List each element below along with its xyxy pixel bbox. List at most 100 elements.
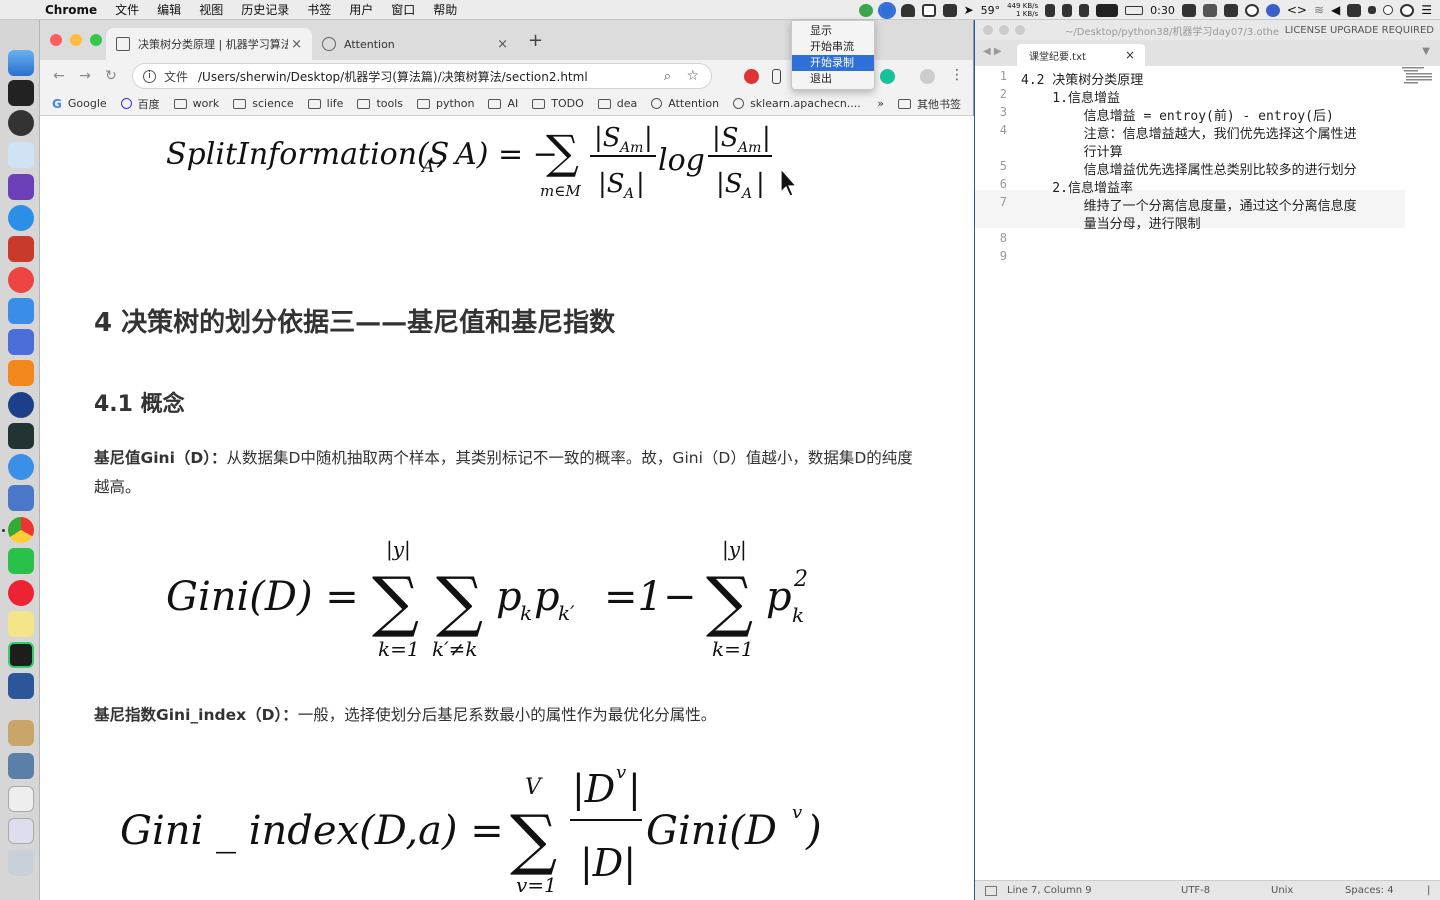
bookmarks-more-button[interactable]: » — [877, 97, 884, 110]
panel-toggle-icon[interactable] — [985, 886, 997, 896]
pycharm-icon[interactable] — [8, 642, 34, 668]
bookmark-tools[interactable]: tools — [357, 97, 403, 110]
profile-avatar-icon[interactable] — [920, 69, 935, 84]
editor-text-area[interactable]: 1 2 3 4 5 6 7 8 9 4.2 决策树分类原理 1.信息增益 信息增益 = entr… — [975, 66, 1440, 880]
feather-icon[interactable] — [8, 298, 34, 324]
clock-icon[interactable] — [1400, 3, 1415, 17]
circle-icon[interactable] — [1383, 5, 1394, 15]
wifi-icon[interactable]: ≋ — [1314, 3, 1324, 17]
url-text[interactable]: /Users/sherwin/Desktop/机器学习(算法篇)/决策树算法/s… — [198, 68, 588, 85]
menu-item-start-stream[interactable]: 开始串流 — [792, 39, 874, 55]
editor-tab[interactable]: 课堂纪要.txt × — [1017, 44, 1145, 66]
onenote-icon[interactable] — [8, 174, 34, 200]
preview-icon[interactable] — [8, 142, 34, 168]
editor-line[interactable]: 维持了一个分离信息度量，通过这个分离信息度 — [1021, 195, 1357, 214]
bookmark-python[interactable]: python — [417, 97, 474, 110]
license-notice[interactable]: LICENSE UPGRADE REQUIRED — [1285, 25, 1434, 36]
address-bar[interactable]: i 文件 /Users/sherwin/Desktop/机器学习(算法篇)/决策… — [132, 63, 712, 89]
maximize-window-button[interactable] — [1015, 25, 1025, 35]
tab-attention[interactable]: Attention × — [312, 28, 518, 60]
memory-icon[interactable] — [1045, 3, 1056, 17]
menu-app-name[interactable]: Chrome — [36, 3, 106, 17]
minimize-window-button[interactable] — [70, 34, 82, 46]
close-icon[interactable]: × — [1125, 48, 1135, 62]
display-icon[interactable] — [1181, 3, 1196, 17]
editor-line[interactable]: 1.信息增益 — [1021, 87, 1120, 106]
compass-icon[interactable] — [1265, 3, 1280, 17]
list-icon[interactable]: ☰ — [1421, 3, 1432, 17]
download-folder-icon[interactable] — [8, 818, 34, 844]
syntax-icon[interactable]: | — [1427, 885, 1430, 896]
activity-monitor-icon[interactable] — [8, 423, 34, 449]
netease-music-icon[interactable] — [8, 580, 34, 606]
bookmark-attention[interactable]: Attention — [651, 97, 719, 110]
tab-dropdown-icon[interactable]: ▼ — [1422, 46, 1430, 57]
more-menu-icon[interactable]: ⋮ — [950, 67, 964, 83]
disk-icon[interactable] — [1062, 3, 1073, 17]
bookmark-google[interactable]: G Google — [52, 97, 107, 111]
notes-icon[interactable] — [8, 611, 34, 637]
new-tab-button[interactable]: + — [528, 30, 543, 51]
bookmark-work[interactable]: work — [173, 97, 219, 110]
document-icon[interactable] — [8, 786, 34, 812]
maximize-window-button[interactable] — [90, 34, 102, 46]
screens-icon[interactable] — [8, 329, 34, 355]
gitmind-icon[interactable] — [8, 267, 34, 293]
window-icon[interactable] — [921, 3, 936, 17]
search-icon[interactable] — [1244, 3, 1259, 17]
menu-edit[interactable]: 编辑 — [148, 1, 190, 18]
volume-icon[interactable]: ◀ — [1331, 3, 1340, 17]
extension-bookmark-icon[interactable] — [772, 69, 781, 84]
minimap[interactable] — [1400, 66, 1434, 86]
utilities-icon[interactable] — [8, 720, 34, 746]
battery-time[interactable]: 0:30 — [1150, 4, 1175, 17]
trash-icon[interactable] — [8, 850, 34, 876]
temperature[interactable]: 59° — [981, 4, 1001, 17]
sync-icon[interactable] — [858, 3, 873, 17]
menu-item-show[interactable]: 显示 — [792, 23, 874, 39]
menu-bookmarks[interactable]: 书签 — [298, 1, 340, 18]
wechat-icon[interactable] — [8, 548, 34, 574]
screen-icon[interactable] — [1202, 3, 1217, 17]
menu-window[interactable]: 窗口 — [382, 1, 424, 18]
bookmark-life[interactable]: life — [307, 97, 343, 110]
encoding[interactable]: UTF-8 — [1181, 885, 1210, 896]
obs-icon[interactable] — [877, 1, 896, 19]
minimize-window-button[interactable] — [999, 25, 1009, 35]
code-icon[interactable]: <> — [1287, 3, 1307, 17]
word-icon[interactable] — [8, 673, 34, 699]
cpu-graph-icon[interactable] — [1096, 3, 1119, 17]
bookmark-star-icon[interactable]: ☆ — [686, 68, 699, 84]
send-icon[interactable]: ➤ — [964, 3, 974, 17]
back-icon[interactable]: ← — [46, 68, 72, 84]
menu-item-start-recording[interactable]: 开始录制 — [792, 55, 874, 71]
editor-line[interactable]: 信息增益 = entroy(前) - entroy(后) — [1021, 105, 1334, 124]
bookmark-science[interactable]: science — [233, 97, 294, 110]
square-icon[interactable] — [1368, 6, 1377, 14]
close-window-button[interactable] — [50, 34, 62, 46]
cpu-icon[interactable] — [1079, 3, 1090, 17]
tab-decision-tree[interactable]: 决策树分类原理 | 机器学习算法... × — [106, 28, 312, 60]
menu-history[interactable]: 历史记录 — [232, 1, 298, 18]
player-icon[interactable] — [8, 392, 34, 418]
close-icon[interactable]: × — [291, 37, 302, 52]
tab-nav-arrows-icon[interactable]: ◀ ▶ — [983, 46, 1002, 57]
monitor-icon[interactable] — [8, 753, 34, 779]
close-window-button[interactable] — [983, 25, 993, 35]
grid-icon[interactable] — [942, 3, 957, 17]
reload-icon[interactable]: ↻ — [98, 68, 124, 84]
line-endings[interactable]: Unix — [1271, 885, 1293, 896]
grammarly-icon[interactable] — [880, 69, 895, 84]
scripts-icon[interactable] — [1347, 3, 1362, 17]
close-icon[interactable]: × — [497, 37, 508, 52]
editor-line[interactable]: 注意：信息增益越大，我们优先选择这个属性进 — [1021, 123, 1357, 142]
bookmark-ai[interactable]: AI — [488, 97, 518, 110]
menu-help[interactable]: 帮助 — [424, 1, 466, 18]
menu-view[interactable]: 视图 — [190, 1, 232, 18]
bookmark-dea[interactable]: dea — [597, 97, 637, 110]
cloud-icon[interactable] — [900, 3, 915, 17]
bookmark-baidu[interactable]: 百度 — [120, 96, 160, 112]
other-bookmarks[interactable]: 其他书签 — [917, 96, 961, 112]
xcode-icon[interactable] — [8, 485, 34, 511]
editor-line[interactable]: 信息增益优先选择属性总类别比较多的进行划分 — [1021, 159, 1357, 178]
